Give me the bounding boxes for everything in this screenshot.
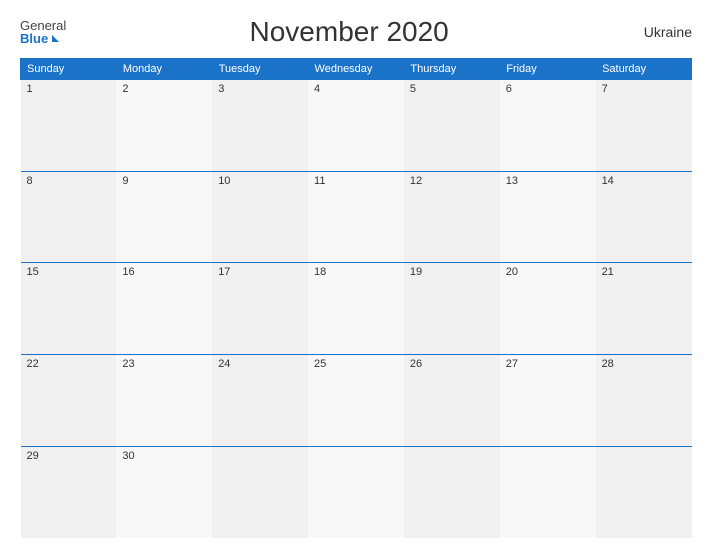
day-13: 13 <box>500 171 596 263</box>
day-23: 23 <box>116 355 212 447</box>
header-wednesday: Wednesday <box>308 59 404 80</box>
week-row-3: 15 16 17 18 19 20 21 <box>21 263 692 355</box>
day-empty-3 <box>404 446 500 538</box>
day-4: 4 <box>308 80 404 172</box>
day-8: 8 <box>21 171 117 263</box>
calendar-title: November 2020 <box>66 16 632 48</box>
country-label: Ukraine <box>632 24 692 40</box>
day-15: 15 <box>21 263 117 355</box>
day-5: 5 <box>404 80 500 172</box>
day-empty-4 <box>500 446 596 538</box>
calendar-table: Sunday Monday Tuesday Wednesday Thursday… <box>20 58 692 538</box>
logo-blue-row: Blue <box>20 32 59 45</box>
day-empty-2 <box>308 446 404 538</box>
day-17: 17 <box>212 263 308 355</box>
week-row-1: 1 2 3 4 5 6 7 <box>21 80 692 172</box>
day-30: 30 <box>116 446 212 538</box>
day-3: 3 <box>212 80 308 172</box>
header-saturday: Saturday <box>596 59 692 80</box>
day-22: 22 <box>21 355 117 447</box>
day-26: 26 <box>404 355 500 447</box>
day-27: 27 <box>500 355 596 447</box>
header-thursday: Thursday <box>404 59 500 80</box>
day-18: 18 <box>308 263 404 355</box>
day-11: 11 <box>308 171 404 263</box>
day-12: 12 <box>404 171 500 263</box>
week-row-2: 8 9 10 11 12 13 14 <box>21 171 692 263</box>
day-25: 25 <box>308 355 404 447</box>
calendar-page: General Blue November 2020 Ukraine Sunda… <box>0 0 712 550</box>
day-empty-5 <box>596 446 692 538</box>
weekday-header-row: Sunday Monday Tuesday Wednesday Thursday… <box>21 59 692 80</box>
week-row-5: 29 30 <box>21 446 692 538</box>
day-10: 10 <box>212 171 308 263</box>
header-monday: Monday <box>116 59 212 80</box>
day-16: 16 <box>116 263 212 355</box>
header: General Blue November 2020 Ukraine <box>20 16 692 48</box>
day-21: 21 <box>596 263 692 355</box>
day-6: 6 <box>500 80 596 172</box>
logo-blue-text: Blue <box>20 32 48 45</box>
week-row-4: 22 23 24 25 26 27 28 <box>21 355 692 447</box>
day-2: 2 <box>116 80 212 172</box>
day-9: 9 <box>116 171 212 263</box>
day-19: 19 <box>404 263 500 355</box>
day-14: 14 <box>596 171 692 263</box>
day-28: 28 <box>596 355 692 447</box>
day-empty-1 <box>212 446 308 538</box>
day-1: 1 <box>21 80 117 172</box>
day-7: 7 <box>596 80 692 172</box>
logo: General Blue <box>20 19 66 45</box>
header-tuesday: Tuesday <box>212 59 308 80</box>
logo-triangle-icon <box>52 35 59 42</box>
day-20: 20 <box>500 263 596 355</box>
header-friday: Friday <box>500 59 596 80</box>
day-29: 29 <box>21 446 117 538</box>
day-24: 24 <box>212 355 308 447</box>
header-sunday: Sunday <box>21 59 117 80</box>
